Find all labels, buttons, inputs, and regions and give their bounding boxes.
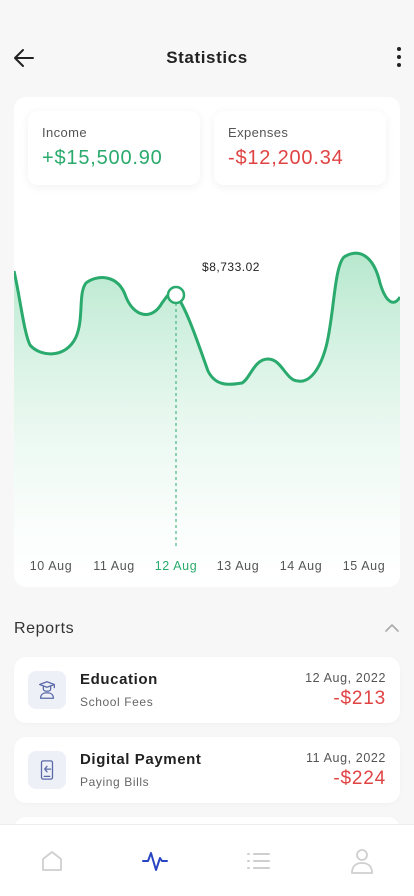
nav-list[interactable] bbox=[244, 847, 272, 875]
chevron-up-icon bbox=[385, 624, 399, 632]
report-amount: -$213 bbox=[333, 688, 386, 709]
report-subtitle: Paying Bills bbox=[80, 775, 150, 789]
activity-icon bbox=[142, 852, 168, 871]
report-date: 11 Aug, 2022 bbox=[306, 751, 386, 765]
more-options-button[interactable] bbox=[394, 44, 404, 70]
report-date: 12 Aug, 2022 bbox=[305, 671, 386, 685]
user-icon bbox=[351, 849, 373, 874]
report-name: Education bbox=[80, 671, 158, 688]
report-name: Digital Payment bbox=[80, 751, 202, 768]
chart-tooltip: $8,733.02 bbox=[202, 260, 260, 274]
bottom-navigation bbox=[0, 824, 414, 896]
income-card: Income +$15,500.90 bbox=[28, 111, 200, 185]
x-axis-label[interactable]: 15 Aug bbox=[343, 559, 386, 573]
chart-area bbox=[14, 253, 400, 587]
x-axis-label[interactable]: 12 Aug bbox=[155, 559, 198, 573]
more-vertical-icon bbox=[397, 47, 401, 67]
mobile-payment-icon bbox=[28, 751, 66, 789]
report-amount: -$224 bbox=[333, 768, 386, 789]
home-icon bbox=[42, 851, 62, 871]
header: Statistics bbox=[0, 0, 414, 96]
nav-statistics[interactable] bbox=[141, 847, 169, 875]
nav-home[interactable] bbox=[38, 847, 66, 875]
x-axis-label[interactable]: 13 Aug bbox=[217, 559, 260, 573]
reports-title: Reports bbox=[14, 620, 75, 637]
statistics-card: Income +$15,500.90 Expenses -$12,200.34 … bbox=[14, 97, 400, 587]
income-label: Income bbox=[42, 125, 88, 140]
collapse-reports-button[interactable] bbox=[384, 620, 400, 636]
list-icon bbox=[247, 853, 270, 869]
x-axis-labels: 10 Aug 11 Aug 12 Aug 13 Aug 14 Aug 15 Aug bbox=[14, 559, 400, 575]
nav-profile[interactable] bbox=[348, 847, 376, 875]
x-axis-label[interactable]: 11 Aug bbox=[93, 559, 135, 573]
report-subtitle: School Fees bbox=[80, 695, 154, 709]
income-value: +$15,500.90 bbox=[42, 147, 163, 169]
graduate-icon bbox=[28, 671, 66, 709]
report-item[interactable]: Digital Payment Paying Bills 11 Aug, 202… bbox=[14, 737, 400, 803]
expenses-card: Expenses -$12,200.34 bbox=[214, 111, 386, 185]
expenses-value: -$12,200.34 bbox=[228, 147, 344, 169]
highlight-point[interactable] bbox=[166, 285, 186, 305]
expenses-label: Expenses bbox=[228, 125, 289, 140]
report-item[interactable]: Education School Fees 12 Aug, 2022 -$213 bbox=[14, 657, 400, 723]
page-title: Statistics bbox=[166, 48, 248, 67]
x-axis-label[interactable]: 14 Aug bbox=[280, 559, 323, 573]
x-axis-label[interactable]: 10 Aug bbox=[30, 559, 73, 573]
